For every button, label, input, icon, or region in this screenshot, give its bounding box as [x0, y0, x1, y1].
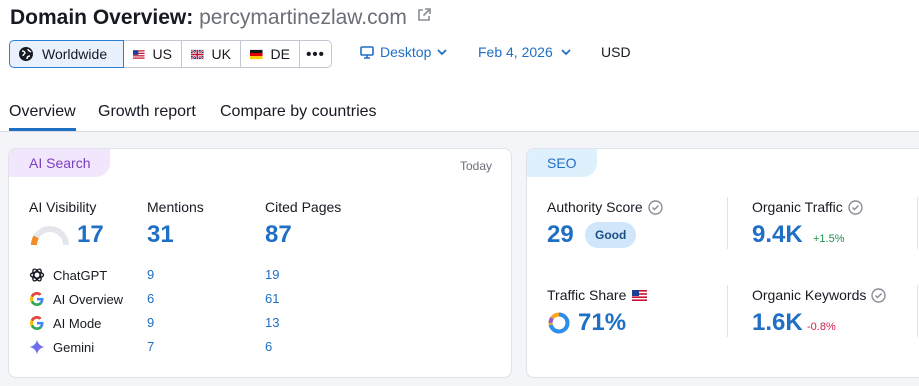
database-worldwide-button[interactable]: Worldwide [9, 40, 124, 68]
organic-traffic-label: Organic Traffic [752, 199, 863, 215]
source-ai-mode-mentions[interactable]: 9 [147, 315, 154, 330]
header-bar: Domain Overview: percymartinezlaw.com Wo… [0, 0, 919, 132]
divider [917, 285, 918, 337]
page-title: Domain Overview: percymartinezlaw.com [10, 6, 431, 30]
traffic-share-text: Traffic Share [547, 287, 627, 303]
source-chatgpt-mentions[interactable]: 9 [147, 267, 154, 282]
visibility-gauge-icon [31, 226, 69, 246]
info-icon[interactable] [871, 287, 887, 303]
source-ai-overview-mentions[interactable]: 6 [147, 291, 154, 306]
chevron-down-icon [561, 48, 571, 55]
ai-visibility-value[interactable]: 17 [77, 221, 104, 249]
info-icon[interactable] [848, 199, 863, 215]
source-chatgpt: ChatGPT [29, 267, 107, 283]
source-ai-overview-cited[interactable]: 61 [265, 291, 279, 306]
us-flag-icon [632, 289, 648, 301]
divider [727, 197, 728, 249]
authority-score-value[interactable]: 29 [547, 221, 574, 249]
organic-traffic-value[interactable]: 9.4K [752, 221, 803, 249]
ai-search-card: AI Search Today AI Visibility 17 Mention… [8, 148, 512, 378]
tab-overview[interactable]: Overview [9, 103, 76, 131]
source-chatgpt-label: ChatGPT [53, 267, 108, 283]
cited-pages-value[interactable]: 87 [265, 221, 292, 249]
database-de-label: DE [270, 46, 290, 62]
authority-score-label: Authority Score [547, 199, 663, 215]
authority-status-badge: Good [585, 222, 637, 248]
database-uk-button[interactable]: UK [181, 40, 241, 68]
source-ai-overview: AI Overview [29, 291, 123, 307]
ai-search-tag: AI Search [9, 149, 111, 177]
ai-visibility-label: AI Visibility [29, 199, 97, 215]
source-gemini-mentions[interactable]: 7 [147, 339, 154, 354]
organic-keywords-label: Organic Keywords [752, 287, 887, 303]
database-us-button[interactable]: US [123, 40, 182, 68]
organic-keywords-text: Organic Keywords [752, 287, 867, 303]
us-flag-icon [133, 49, 145, 59]
divider [917, 197, 918, 249]
traffic-share-value[interactable]: 71% [578, 309, 626, 337]
database-us-label: US [152, 46, 172, 62]
organic-traffic-text: Organic Traffic [752, 199, 843, 215]
device-dropdown[interactable]: Desktop [360, 44, 447, 60]
google-icon [30, 316, 44, 330]
gemini-icon [29, 339, 45, 355]
more-databases-button[interactable]: ••• [299, 40, 332, 68]
currency-label[interactable]: USD [601, 44, 631, 60]
tab-growth-report[interactable]: Growth report [98, 103, 196, 121]
source-gemini: Gemini [29, 339, 94, 355]
traffic-share-donut-icon [548, 312, 570, 334]
google-icon [30, 292, 44, 306]
database-de-button[interactable]: DE [240, 40, 300, 68]
source-ai-mode-label: AI Mode [53, 315, 102, 331]
database-uk-label: UK [211, 46, 231, 62]
organic-keywords-delta: -0.8% [807, 321, 836, 333]
date-label: Feb 4, 2026 [478, 44, 553, 60]
device-label: Desktop [380, 44, 432, 60]
external-link-icon[interactable] [417, 4, 431, 28]
database-worldwide-label: Worldwide [42, 46, 108, 62]
date-dropdown[interactable]: Feb 4, 2026 [478, 44, 571, 60]
domain-name[interactable]: percymartinezlaw.com [199, 6, 407, 29]
source-gemini-label: Gemini [53, 339, 95, 355]
mentions-value[interactable]: 31 [147, 221, 174, 249]
source-gemini-cited[interactable]: 6 [265, 339, 272, 354]
tab-compare-by-countries[interactable]: Compare by countries [220, 103, 377, 121]
authority-score-text: Authority Score [547, 199, 643, 215]
source-ai-mode-cited[interactable]: 13 [265, 315, 279, 330]
chevron-down-icon [437, 48, 447, 55]
cited-pages-label: Cited Pages [265, 199, 342, 215]
database-selector: Worldwide US UK DE ••• [9, 40, 332, 68]
source-ai-overview-label: AI Overview [53, 291, 124, 307]
info-icon[interactable] [648, 199, 663, 215]
period-label: Today [459, 159, 492, 173]
seo-tag: SEO [527, 149, 597, 177]
organic-traffic-delta: +1.5% [813, 233, 845, 245]
page-title-label: Domain Overview: [10, 6, 194, 29]
de-flag-icon [250, 49, 263, 59]
traffic-share-label: Traffic Share [547, 287, 648, 303]
seo-card: SEO Authority Score 29 Good Organic Traf… [526, 148, 919, 378]
more-icon: ••• [306, 45, 325, 63]
divider [727, 285, 728, 337]
mentions-label: Mentions [147, 199, 204, 215]
organic-keywords-value[interactable]: 1.6K [752, 309, 803, 337]
chatgpt-icon [29, 268, 45, 282]
source-ai-mode: AI Mode [29, 315, 101, 331]
desktop-icon [360, 45, 374, 59]
globe-icon [19, 47, 33, 61]
source-chatgpt-cited[interactable]: 19 [265, 267, 279, 282]
uk-flag-icon [191, 48, 204, 60]
